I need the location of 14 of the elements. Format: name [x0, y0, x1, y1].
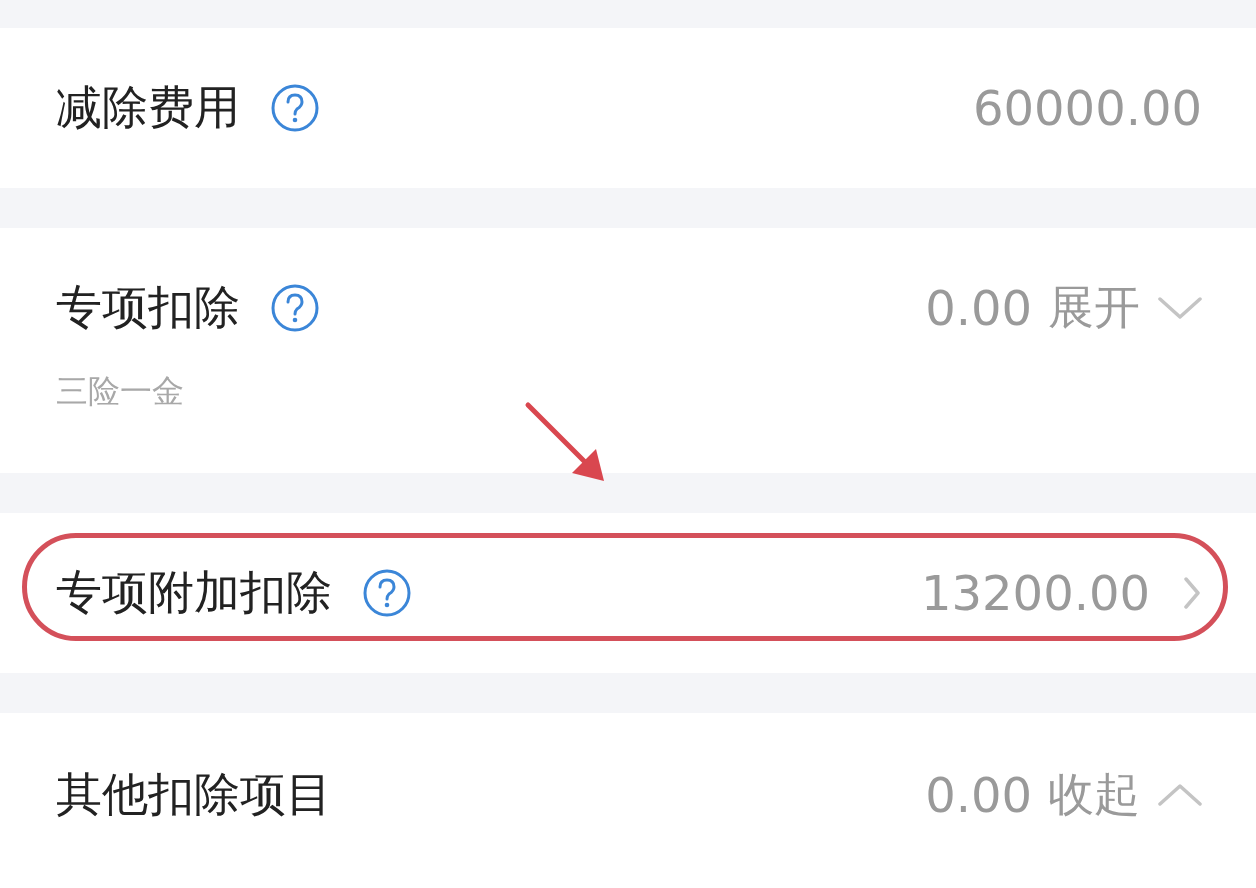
toggle-link[interactable]: 收起 [1048, 764, 1140, 826]
row-label: 专项附加扣除 [56, 564, 332, 621]
help-icon[interactable] [270, 283, 320, 333]
row-value: 60000.00 [972, 80, 1202, 136]
row-value: 0.00 [925, 280, 1032, 336]
row-label: 减除费用 [56, 79, 240, 136]
row-label: 其他扣除项目 [56, 766, 332, 823]
subtitle: 三险一金 [56, 371, 185, 412]
help-icon[interactable] [362, 568, 412, 618]
help-icon[interactable] [270, 83, 320, 133]
row-value: 13200.00 [920, 565, 1150, 621]
row-value: 0.00 [925, 767, 1032, 823]
row-label: 专项扣除 [56, 279, 240, 336]
toggle-link[interactable]: 展开 [1048, 277, 1140, 339]
